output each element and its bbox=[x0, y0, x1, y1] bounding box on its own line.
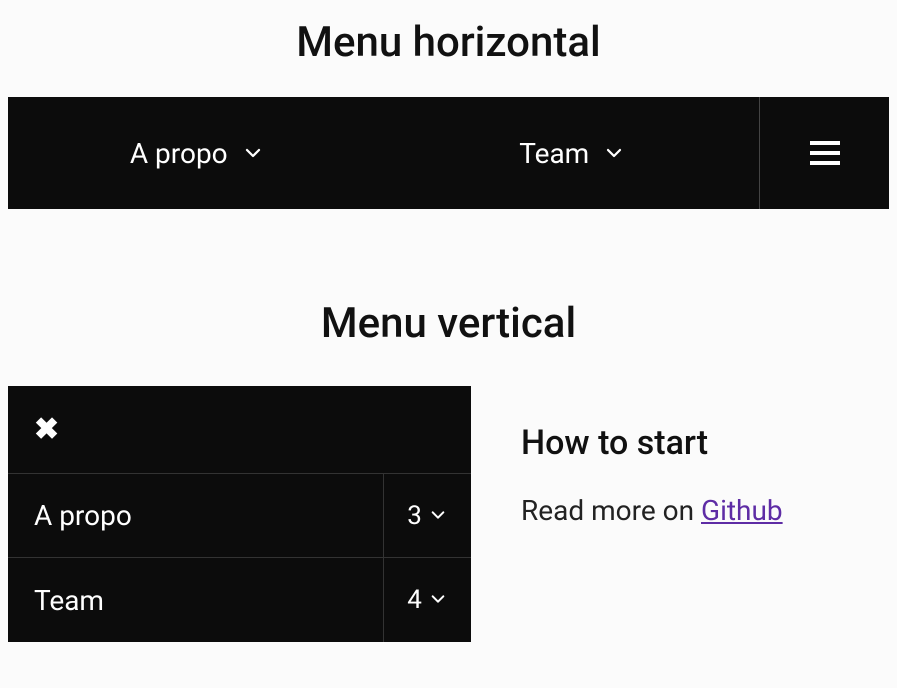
vmenu-item-team[interactable]: Team bbox=[8, 558, 383, 642]
side-panel: How to start Read more on Github bbox=[521, 386, 783, 642]
chevron-down-icon bbox=[430, 591, 448, 609]
hmenu-item-label: A propo bbox=[130, 137, 228, 170]
menu-horizontal: A propo Team bbox=[8, 97, 889, 209]
side-text: Read more on Github bbox=[521, 491, 783, 530]
close-icon: ✖ bbox=[34, 415, 59, 445]
vmenu-count-apropo[interactable]: 3 bbox=[383, 474, 471, 557]
github-link[interactable]: Github bbox=[701, 494, 783, 527]
side-intro: Read more on bbox=[521, 494, 701, 527]
vmenu-item-apropo[interactable]: A propo bbox=[8, 474, 383, 557]
vmenu-count-value: 4 bbox=[407, 585, 422, 615]
hmenu-item-label: Team bbox=[519, 137, 589, 170]
heading-horizontal: Menu horizontal bbox=[0, 18, 897, 67]
vmenu-row: Team 4 bbox=[8, 558, 471, 642]
vmenu-count-value: 3 bbox=[407, 501, 422, 531]
vmenu-close-button[interactable]: ✖ bbox=[8, 386, 471, 474]
heading-vertical: Menu vertical bbox=[0, 299, 897, 348]
hamburger-icon bbox=[810, 141, 840, 165]
chevron-down-icon bbox=[430, 507, 448, 525]
chevron-down-icon bbox=[605, 144, 623, 162]
hmenu-item-apropo[interactable]: A propo bbox=[8, 97, 384, 209]
menu-vertical: ✖ A propo 3 Team 4 bbox=[8, 386, 471, 642]
hmenu-burger-button[interactable] bbox=[759, 97, 889, 209]
hmenu-item-team[interactable]: Team bbox=[384, 97, 760, 209]
chevron-down-icon bbox=[244, 144, 262, 162]
side-heading: How to start bbox=[521, 422, 783, 465]
vmenu-count-team[interactable]: 4 bbox=[383, 558, 471, 642]
lower-section: ✖ A propo 3 Team 4 How to start Read mo bbox=[0, 386, 897, 642]
vmenu-row: A propo 3 bbox=[8, 474, 471, 558]
